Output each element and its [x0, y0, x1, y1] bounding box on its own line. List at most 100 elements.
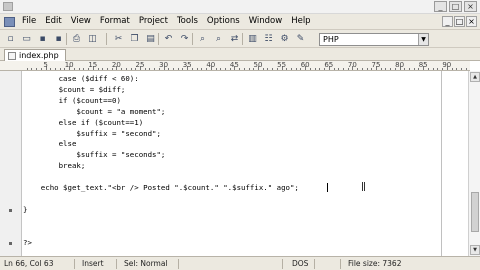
ruler-tick: [168, 68, 170, 70]
bookmark-icon[interactable]: ▥: [246, 33, 259, 45]
ruler-tick: [465, 68, 467, 70]
scrollbar-thumb[interactable]: [471, 192, 479, 232]
copy-icon[interactable]: ❐: [128, 33, 141, 45]
menu-item-format[interactable]: Format: [100, 16, 130, 26]
ruler-tick: [102, 68, 104, 70]
print-icon[interactable]: ⎙: [70, 33, 83, 45]
ruler-label: 20: [111, 61, 121, 69]
line-ending[interactable]: DOS: [292, 259, 308, 269]
menu-item-project[interactable]: Project: [139, 16, 168, 26]
ruler-tick: [272, 68, 274, 70]
code-line: $suffix = "seconds";: [23, 150, 166, 160]
document-icon[interactable]: [4, 17, 15, 27]
toolbar: ✎ ⚙ ☷ ▥ ⇄ ⌕ ⌕ ↷ ↶ ▤ ❐ ✂ ◫ ⎙ ▪ ▪ ▭ ▫ PHP ▼: [0, 30, 480, 48]
ruler-tick: [78, 68, 80, 70]
menu-item-help[interactable]: Help: [291, 16, 310, 26]
new-file-icon[interactable]: ▫: [4, 33, 17, 45]
menu-item-file[interactable]: File: [22, 16, 36, 26]
ruler-tick: [97, 68, 99, 70]
language-select[interactable]: PHP ▼: [319, 33, 429, 46]
ruler-tick: [173, 68, 175, 70]
status-divider: [74, 259, 75, 269]
ruler-label: 65: [324, 61, 334, 69]
vertical-scrollbar[interactable]: ▲ ▼: [468, 71, 480, 256]
ruler-label: 75: [371, 61, 381, 69]
code-line: }: [23, 204, 28, 214]
save-all-icon[interactable]: ▪: [52, 33, 65, 45]
find-next-icon[interactable]: ⌕: [212, 33, 225, 45]
ruler-tick: [338, 68, 340, 70]
maximize-window-button[interactable]: □: [449, 1, 462, 12]
fold-marker[interactable]: [9, 208, 12, 212]
menu-item-view[interactable]: View: [71, 16, 91, 26]
cut-icon[interactable]: ✂: [112, 33, 125, 45]
right-margin-guide: [441, 71, 442, 256]
toggle-icon[interactable]: ☷: [262, 33, 275, 45]
open-file-icon[interactable]: ▭: [20, 33, 33, 45]
toolbar-separator: [192, 33, 193, 45]
ruler-tick: [357, 68, 359, 70]
ruler-tick: [50, 68, 52, 70]
toolbar-separator: [242, 33, 243, 45]
ruler-tick: [286, 68, 288, 70]
menu-item-tools[interactable]: Tools: [177, 16, 198, 26]
undo-icon[interactable]: ↶: [162, 33, 175, 45]
document-window-controls: _ □ ×: [442, 16, 477, 27]
selection-mode[interactable]: Sel: Normal: [124, 259, 168, 269]
paste-icon[interactable]: ▤: [144, 33, 157, 45]
ruler-tick: [333, 68, 335, 70]
cursor-position: Ln 66, Col 63: [4, 259, 54, 268]
ruler-label: 30: [159, 61, 169, 69]
menu-items: File Edit View Format Project Tools Options Win…: [22, 16, 311, 26]
ruler-tick: [460, 68, 462, 70]
ruler-label: 45: [229, 61, 239, 69]
redo-icon[interactable]: ↷: [178, 33, 191, 45]
ruler-tick: [413, 68, 415, 70]
ruler-label: 35: [182, 61, 192, 69]
tab-index-php[interactable]: index.php: [4, 49, 66, 61]
minimize-document-button[interactable]: _: [442, 16, 453, 27]
app-window-icon: [3, 2, 13, 11]
ruler-tick: [106, 68, 108, 70]
code-line: else if ($count==1): [23, 117, 144, 127]
minimize-window-button[interactable]: _: [434, 1, 447, 12]
window-controls: _ □ ×: [434, 1, 477, 12]
ruler-tick: [125, 68, 127, 70]
fold-marker[interactable]: [9, 241, 12, 245]
replace-icon[interactable]: ⇄: [228, 33, 241, 45]
ruler-tick: [40, 68, 42, 70]
ruler-tick: [314, 68, 316, 70]
ruler-tick: [342, 68, 344, 70]
menu-bar: File Edit View Format Project Tools Options Win…: [0, 14, 480, 30]
close-document-button[interactable]: ×: [466, 16, 477, 27]
find-icon[interactable]: ⌕: [196, 33, 209, 45]
menu-item-options[interactable]: Options: [207, 16, 240, 26]
menu-item-window[interactable]: Window: [249, 16, 283, 26]
code-editor[interactable]: case ($diff < 60): $count = $diff; if ($…: [23, 71, 468, 256]
scroll-down-icon[interactable]: ▼: [470, 245, 480, 255]
ruler-tick: [201, 68, 203, 70]
tab-bar: index.php: [0, 48, 480, 61]
preview-icon[interactable]: ◫: [86, 33, 99, 45]
scroll-up-icon[interactable]: ▲: [470, 72, 480, 82]
ruler-tick: [309, 68, 311, 70]
toolbar-separator: [158, 33, 159, 45]
ruler-label: 5: [43, 61, 48, 69]
menu-item-edit[interactable]: Edit: [45, 16, 61, 26]
ruler-label: 80: [395, 61, 405, 69]
ruler-tick: [83, 68, 85, 70]
insert-mode[interactable]: Insert: [82, 259, 104, 269]
tool-icon[interactable]: ✎: [294, 33, 307, 45]
ruler-tick: [385, 68, 387, 70]
save-icon[interactable]: ▪: [36, 33, 49, 45]
chevron-down-icon[interactable]: ▼: [418, 34, 428, 45]
ruler-tick: [427, 68, 429, 70]
ruler-label: 10: [64, 61, 74, 69]
close-window-button[interactable]: ×: [464, 1, 477, 12]
ruler-tick: [220, 68, 222, 70]
options-icon[interactable]: ⚙: [278, 33, 291, 45]
ruler-tick: [456, 68, 458, 70]
status-divider: [340, 259, 341, 269]
ruler-label: 70: [347, 61, 357, 69]
restore-document-button[interactable]: □: [454, 16, 465, 27]
